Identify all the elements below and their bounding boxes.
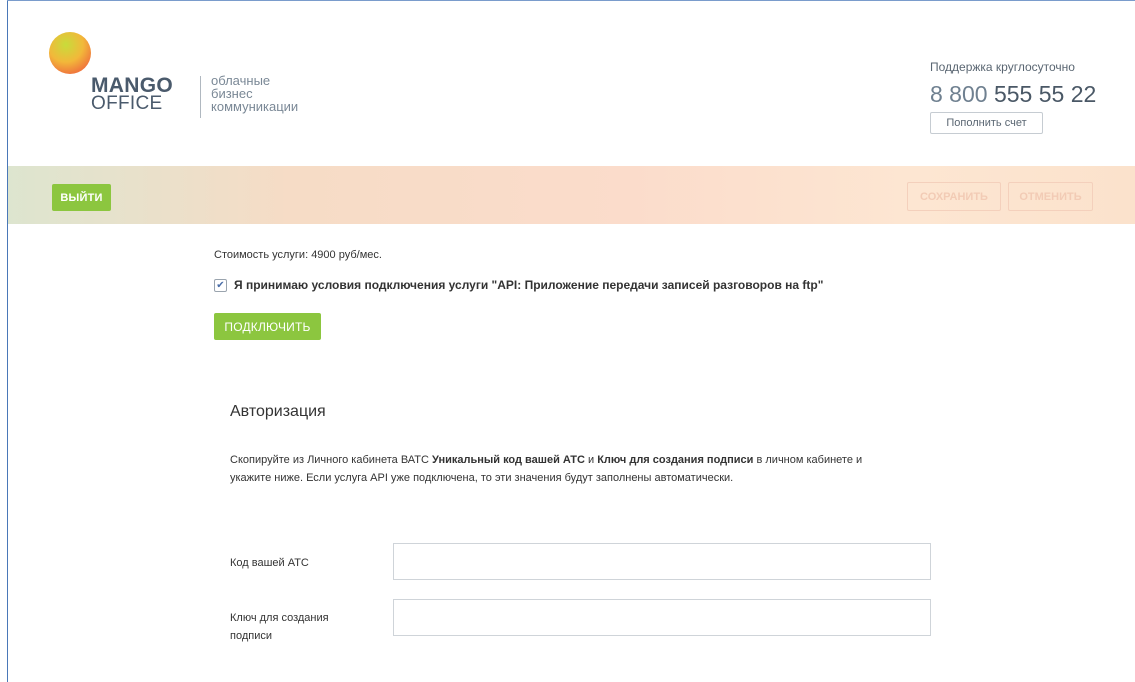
key-input[interactable] bbox=[393, 599, 931, 636]
phone-prefix: 8 800 bbox=[930, 81, 988, 107]
frame-border-left bbox=[7, 0, 8, 682]
auth-description: Скопируйте из Личного кабинета ВАТС Уник… bbox=[230, 451, 890, 487]
phone-number: 555 55 22 bbox=[993, 81, 1097, 107]
connect-button[interactable]: ПОДКЛЮЧИТЬ bbox=[214, 313, 321, 340]
logo-text-office: OFFICE bbox=[91, 93, 163, 114]
auth-desc-bold-code: Уникальный код вашей АТС bbox=[432, 454, 585, 466]
cancel-button[interactable]: ОТМЕНИТЬ bbox=[1008, 182, 1093, 211]
support-phone: 8 800 555 55 22 bbox=[930, 81, 1096, 108]
auth-title: Авторизация bbox=[230, 403, 326, 420]
checkmark-icon: ✔ bbox=[216, 279, 225, 291]
auth-desc-bold-key: Ключ для создания подписи bbox=[597, 454, 754, 466]
mango-logo-icon bbox=[49, 32, 91, 74]
terms-checkbox[interactable]: ✔ bbox=[214, 279, 227, 292]
auth-desc-part-2: и bbox=[584, 454, 598, 466]
code-field-label: Код вашей АТС bbox=[230, 557, 309, 569]
logo-tagline: облачные бизнес коммуникации bbox=[211, 74, 298, 113]
support-label: Поддержка круглосуточно bbox=[930, 60, 1075, 74]
frame-border-top bbox=[7, 0, 1135, 1]
terms-label[interactable]: Я принимаю условия подключения услуги "A… bbox=[234, 278, 823, 292]
tagline-line-3: коммуникации bbox=[211, 99, 299, 114]
exit-button[interactable]: ВЫЙТИ bbox=[52, 184, 111, 211]
key-field-label: Ключ для создания подписи bbox=[230, 612, 329, 642]
service-cost: Стоимость услуги: 4900 руб/мес. bbox=[214, 249, 382, 261]
auth-desc-part-1: Скопируйте из Личного кабинета ВАТС bbox=[230, 454, 433, 466]
code-input[interactable] bbox=[393, 543, 931, 580]
logo-divider bbox=[200, 76, 201, 118]
save-button[interactable]: СОХРАНИТЬ bbox=[907, 182, 1001, 211]
topup-button[interactable]: Пополнить счет bbox=[930, 112, 1043, 134]
